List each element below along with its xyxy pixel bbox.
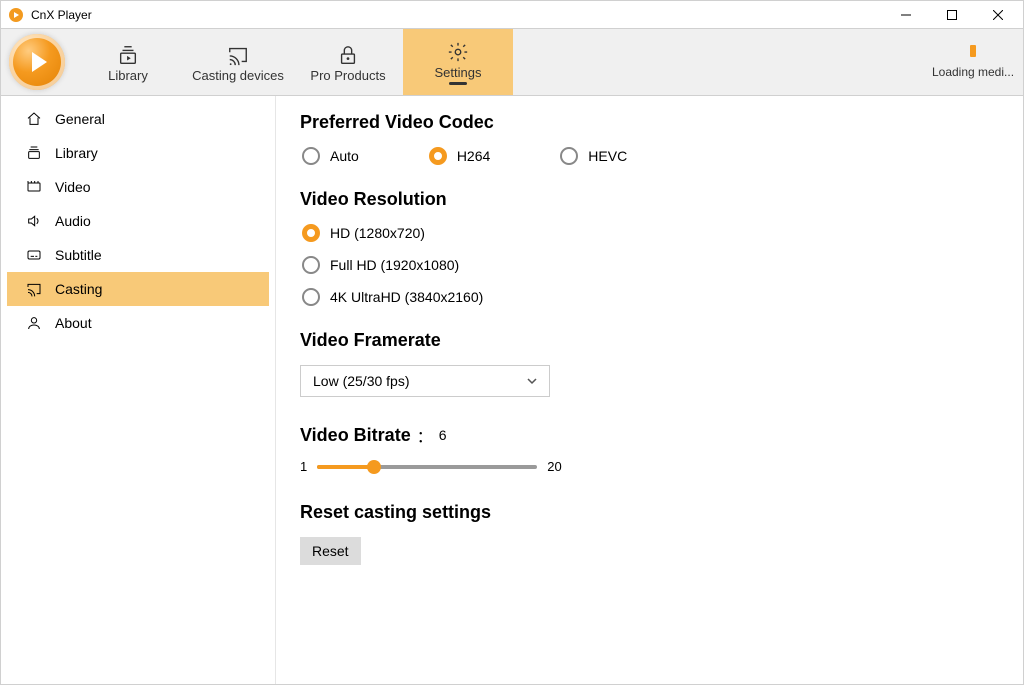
- main-toolbar: Library Casting devices Pro Products Set…: [0, 28, 1024, 96]
- sidebar-item-label: Video: [55, 179, 91, 195]
- library-icon: [117, 42, 139, 68]
- section-title-bitrate: Video Bitrate: [300, 425, 411, 446]
- play-button[interactable]: [1, 29, 73, 95]
- toolbar-label: Library: [108, 68, 148, 83]
- toolbar-item-casting-devices[interactable]: Casting devices: [183, 29, 293, 95]
- radio-codec-hevc[interactable]: HEVC: [560, 147, 627, 165]
- radio-codec-auto[interactable]: Auto: [302, 147, 359, 165]
- bitrate-separator: ：: [417, 423, 433, 447]
- radio-res-fullhd[interactable]: Full HD (1920x1080): [302, 256, 999, 274]
- sidebar-item-label: General: [55, 111, 105, 127]
- radio-label: Auto: [330, 148, 359, 164]
- lock-icon: [337, 42, 359, 68]
- speaker-icon: [25, 213, 43, 229]
- section-title-framerate: Video Framerate: [300, 330, 999, 351]
- window-title: CnX Player: [31, 8, 92, 22]
- settings-content: Preferred Video Codec Auto H264 HEVC Vid…: [276, 96, 1023, 684]
- radio-label: H264: [457, 148, 490, 164]
- settings-sidebar: General Library Video Audio Subtitle Cas…: [1, 96, 276, 684]
- slider-max: 20: [547, 459, 561, 474]
- toolbar-label: Pro Products: [310, 68, 385, 83]
- sidebar-item-label: Subtitle: [55, 247, 102, 263]
- bitrate-slider[interactable]: 1 20: [300, 459, 999, 474]
- section-title-resolution: Video Resolution: [300, 189, 999, 210]
- home-icon: [25, 111, 43, 127]
- subtitle-icon: [25, 247, 43, 263]
- codec-radio-group: Auto H264 HEVC: [302, 147, 999, 165]
- chevron-down-icon: [527, 376, 537, 386]
- sidebar-item-general[interactable]: General: [7, 102, 269, 136]
- radio-codec-h264[interactable]: H264: [429, 147, 490, 165]
- sidebar-item-video[interactable]: Video: [7, 170, 269, 204]
- section-title-codec: Preferred Video Codec: [300, 112, 999, 133]
- toolbar-label: Casting devices: [192, 68, 284, 83]
- toolbar-item-pro-products[interactable]: Pro Products: [293, 29, 403, 95]
- section-title-reset: Reset casting settings: [300, 502, 999, 523]
- sidebar-item-subtitle[interactable]: Subtitle: [7, 238, 269, 272]
- radio-label: HEVC: [588, 148, 627, 164]
- loading-indicator: Loading medi...: [923, 29, 1023, 95]
- sidebar-item-audio[interactable]: Audio: [7, 204, 269, 238]
- person-icon: [25, 315, 43, 331]
- slider-min: 1: [300, 459, 307, 474]
- film-icon: [25, 179, 43, 195]
- radio-res-hd[interactable]: HD (1280x720): [302, 224, 999, 242]
- toolbar-item-library[interactable]: Library: [73, 29, 183, 95]
- resolution-radio-group: HD (1280x720) Full HD (1920x1080) 4K Ult…: [302, 224, 999, 306]
- reset-button[interactable]: Reset: [300, 537, 361, 565]
- radio-label: 4K UltraHD (3840x2160): [330, 289, 483, 305]
- radio-label: Full HD (1920x1080): [330, 257, 459, 273]
- loading-text: Loading medi...: [932, 65, 1014, 79]
- minimize-button[interactable]: [883, 1, 929, 29]
- maximize-button[interactable]: [929, 1, 975, 29]
- sidebar-item-label: Audio: [55, 213, 91, 229]
- toolbar-label: Settings: [435, 65, 482, 80]
- reset-button-label: Reset: [312, 543, 349, 559]
- slider-thumb[interactable]: [367, 460, 381, 474]
- framerate-dropdown[interactable]: Low (25/30 fps): [300, 365, 550, 397]
- bitrate-value: 6: [439, 427, 447, 443]
- cast-icon: [227, 42, 249, 68]
- radio-res-4k[interactable]: 4K UltraHD (3840x2160): [302, 288, 999, 306]
- close-button[interactable]: [975, 1, 1021, 29]
- toolbar-item-settings[interactable]: Settings: [403, 29, 513, 95]
- sidebar-item-casting[interactable]: Casting: [7, 272, 269, 306]
- app-icon: [9, 8, 23, 22]
- sidebar-item-about[interactable]: About: [7, 306, 269, 340]
- title-bar: CnX Player: [0, 0, 1024, 28]
- radio-label: HD (1280x720): [330, 225, 425, 241]
- cast-icon: [25, 281, 43, 297]
- sidebar-item-label: Casting: [55, 281, 102, 297]
- library-icon: [25, 145, 43, 161]
- dropdown-value: Low (25/30 fps): [313, 373, 410, 389]
- loading-spinner-icon: [970, 45, 976, 57]
- sidebar-item-library[interactable]: Library: [7, 136, 269, 170]
- sidebar-item-label: About: [55, 315, 92, 331]
- slider-track[interactable]: [317, 465, 537, 469]
- sidebar-item-label: Library: [55, 145, 98, 161]
- gear-icon: [447, 39, 469, 65]
